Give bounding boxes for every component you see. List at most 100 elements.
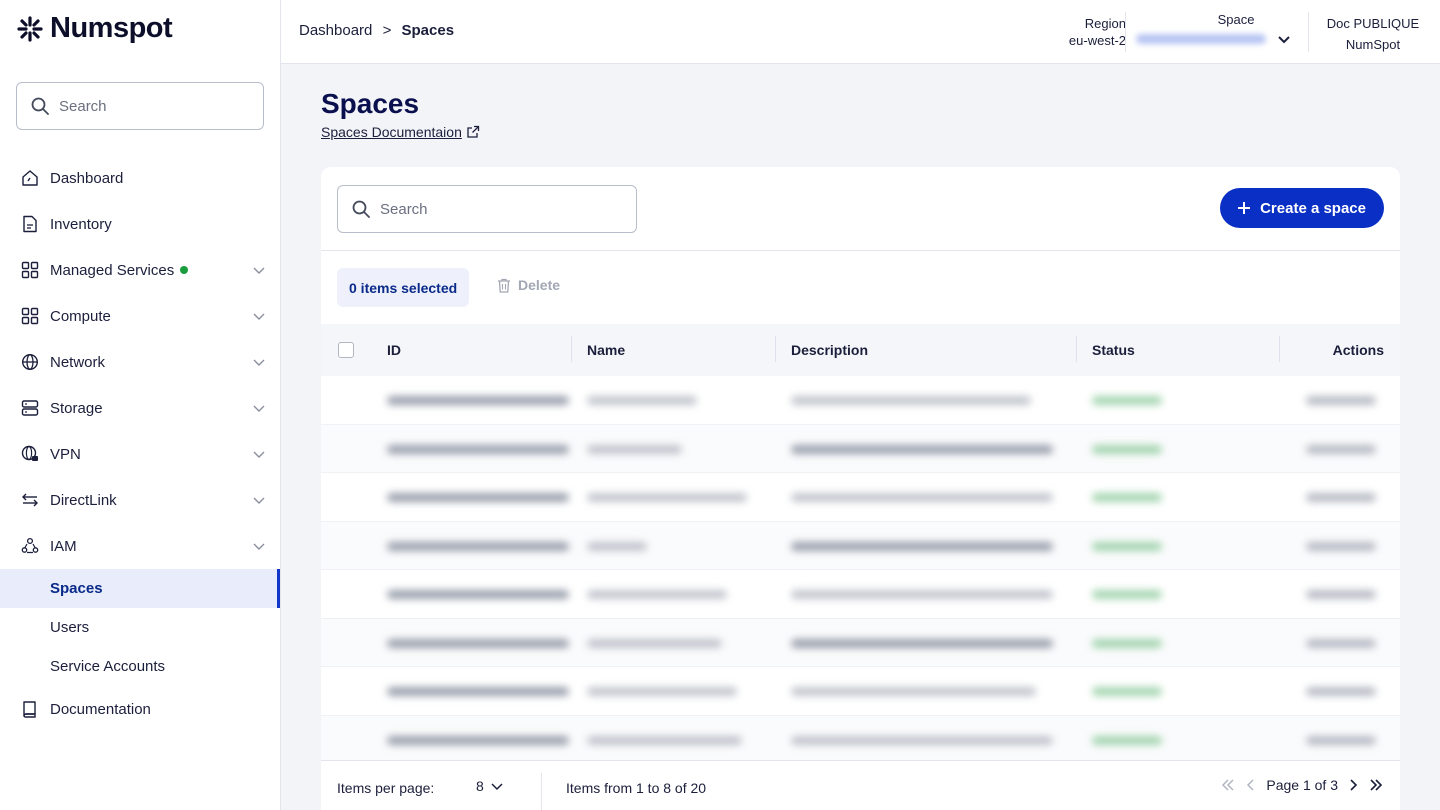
chevron-down-icon[interactable] [252, 263, 266, 277]
table-row[interactable] [321, 570, 1400, 619]
space-selector[interactable]: Space [1136, 12, 1296, 47]
table-row[interactable] [321, 376, 1400, 425]
sidebar-subitem-service-accounts[interactable]: Service Accounts [0, 647, 280, 686]
sidebar-item-vpn[interactable]: VPN [0, 431, 280, 477]
book-icon [20, 699, 40, 719]
sidebar-subitem-users[interactable]: Users [0, 608, 280, 647]
redacted-name [587, 396, 697, 405]
table-row[interactable] [321, 618, 1400, 667]
table-row[interactable] [321, 424, 1400, 473]
items-per-page-value: 8 [476, 778, 484, 794]
spaces-card: Search Create a space 0 items selected D… [321, 167, 1400, 810]
status-dot [180, 266, 189, 274]
sidebar-item-dashboard[interactable]: Dashboard [0, 155, 280, 201]
sidebar-item-storage[interactable]: Storage [0, 385, 280, 431]
sidebar-subitem-spaces[interactable]: Spaces [0, 569, 280, 608]
redacted-actions[interactable] [1306, 541, 1376, 551]
chevron-down-icon[interactable] [252, 539, 266, 553]
redacted-actions[interactable] [1306, 735, 1376, 745]
redacted-name [587, 590, 727, 599]
sidebar-item-label: Inventory [50, 215, 112, 233]
chevron-down-icon[interactable] [252, 401, 266, 415]
column-header-status[interactable]: Status [1092, 342, 1135, 358]
redacted-id [387, 735, 569, 745]
table-row[interactable] [321, 473, 1400, 522]
redacted-actions[interactable] [1306, 590, 1376, 599]
pagination: Page 1 of 3 [1220, 777, 1384, 793]
chevron-down-icon[interactable] [1276, 31, 1292, 47]
select-all-checkbox[interactable] [338, 342, 354, 358]
sidebar-item-managed-services[interactable]: Managed Services [0, 247, 280, 293]
column-divider [775, 336, 776, 362]
redacted-actions[interactable] [1306, 396, 1376, 405]
redacted-name [587, 493, 747, 502]
chevron-down-icon[interactable] [252, 447, 266, 461]
column-header-id[interactable]: ID [387, 342, 401, 358]
doc-link-label: Spaces Documentaion [321, 124, 462, 140]
table-body [321, 376, 1400, 764]
chevron-down-icon[interactable] [252, 493, 266, 507]
column-header-description[interactable]: Description [791, 342, 868, 358]
redacted-id [387, 590, 569, 599]
redacted-description [791, 444, 1053, 454]
redacted-name [587, 735, 742, 745]
topbar: Dashboard > Spaces Region eu-west-2 Spac… [281, 0, 1440, 64]
delete-button[interactable]: Delete [497, 277, 560, 293]
redacted-actions[interactable] [1306, 444, 1376, 454]
grid-icon [20, 306, 40, 326]
chevron-down-icon[interactable] [252, 355, 266, 369]
redacted-description [791, 638, 1053, 648]
redacted-status [1092, 493, 1162, 502]
redacted-actions[interactable] [1306, 687, 1376, 696]
sidebar-item-label: VPN [50, 445, 81, 463]
sidebar-item-documentation[interactable]: Documentation [0, 686, 280, 732]
redacted-id [387, 687, 569, 696]
numspot-logo[interactable]: Numspot [16, 12, 173, 45]
spaces-search-input[interactable]: Search [337, 185, 637, 233]
first-page-icon[interactable] [1220, 777, 1236, 793]
table-row[interactable] [321, 521, 1400, 570]
sidebar-item-label: Dashboard [50, 169, 124, 187]
trash-icon [498, 278, 510, 293]
sidebar-item-label: Managed Services [50, 261, 175, 279]
next-page-icon[interactable] [1346, 777, 1360, 793]
redacted-description [791, 493, 1053, 502]
chevron-down-icon [491, 783, 503, 791]
column-header-name[interactable]: Name [587, 342, 625, 358]
region-selector[interactable]: Region eu-west-2 [1031, 15, 1126, 49]
table-row[interactable] [321, 715, 1400, 764]
page-title: Spaces [321, 88, 420, 119]
redacted-actions[interactable] [1306, 638, 1376, 648]
redacted-id [387, 493, 569, 502]
create-space-button[interactable]: Create a space [1220, 188, 1384, 228]
sidebar-item-label: Documentation [50, 700, 151, 718]
footer-divider [541, 773, 542, 810]
sidebar-item-iam[interactable]: IAM [0, 523, 280, 569]
redacted-status [1092, 735, 1162, 745]
items-per-page-select[interactable]: 8 [476, 778, 504, 794]
table-row[interactable] [321, 667, 1400, 716]
sidebar-item-compute[interactable]: Compute [0, 293, 280, 339]
table-footer: Items per page: 8 Items from 1 to 8 of 2… [321, 760, 1400, 810]
breadcrumb-dashboard[interactable]: Dashboard [299, 22, 372, 39]
selected-count-badge: 0 items selected [337, 268, 470, 307]
sidebar-search-input[interactable]: Search [16, 82, 264, 130]
breadcrumb-separator: > [382, 22, 392, 39]
chevron-down-icon[interactable] [252, 309, 266, 323]
sidebar-item-directlink[interactable]: DirectLink [0, 477, 280, 523]
server-icon [20, 398, 40, 418]
globe-icon [20, 352, 40, 372]
spaces-documentation-link[interactable]: Spaces Documentaion [321, 124, 480, 140]
breadcrumb-current: Spaces [401, 22, 455, 39]
sidebar-item-label: Storage [50, 399, 103, 417]
items-per-page-label: Items per page: [337, 780, 435, 796]
column-divider [571, 336, 572, 362]
sidebar-item-network[interactable]: Network [0, 339, 280, 385]
last-page-icon[interactable] [1368, 777, 1384, 793]
redacted-status [1092, 590, 1162, 599]
redacted-actions[interactable] [1306, 493, 1376, 502]
previous-page-icon[interactable] [1244, 777, 1258, 793]
page-indicator: Page 1 of 3 [1266, 777, 1338, 793]
organisation-menu[interactable]: Doc PUBLIQUE NumSpot [1318, 13, 1428, 55]
sidebar-item-inventory[interactable]: Inventory [0, 201, 280, 247]
